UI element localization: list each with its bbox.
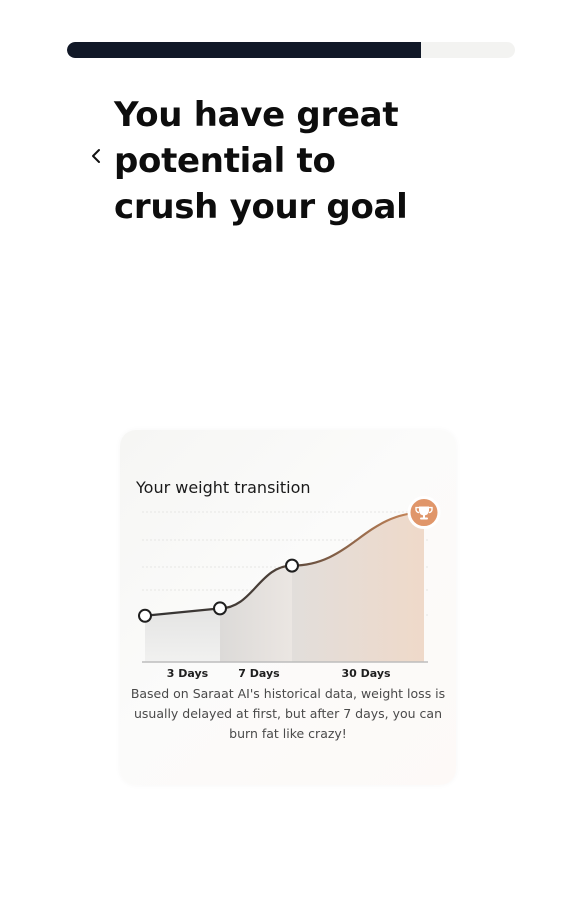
progress-fill [67,42,421,58]
chevron-left-icon [90,148,102,169]
x-tick-label: 30 Days [341,667,391,680]
x-tick-label: 7 Days [238,667,280,680]
chart-area-segment [292,512,424,662]
weight-transition-chart [138,496,441,663]
back-button[interactable] [84,146,108,170]
data-point [285,558,299,573]
page-title: You have great potential to crush your g… [114,95,408,227]
x-tick-label: 3 Days [166,667,209,680]
chart-area-segment [145,608,220,662]
data-point [213,601,227,616]
weight-transition-card: Your weight transition 3 Days 7 Days 30 … [120,430,456,785]
onboarding-progress-bar [67,42,515,58]
card-description: Based on Saraat AI's historical data, we… [130,686,446,741]
chart-area-segment [220,565,292,662]
data-point [138,608,152,623]
goal-badge [407,496,441,530]
